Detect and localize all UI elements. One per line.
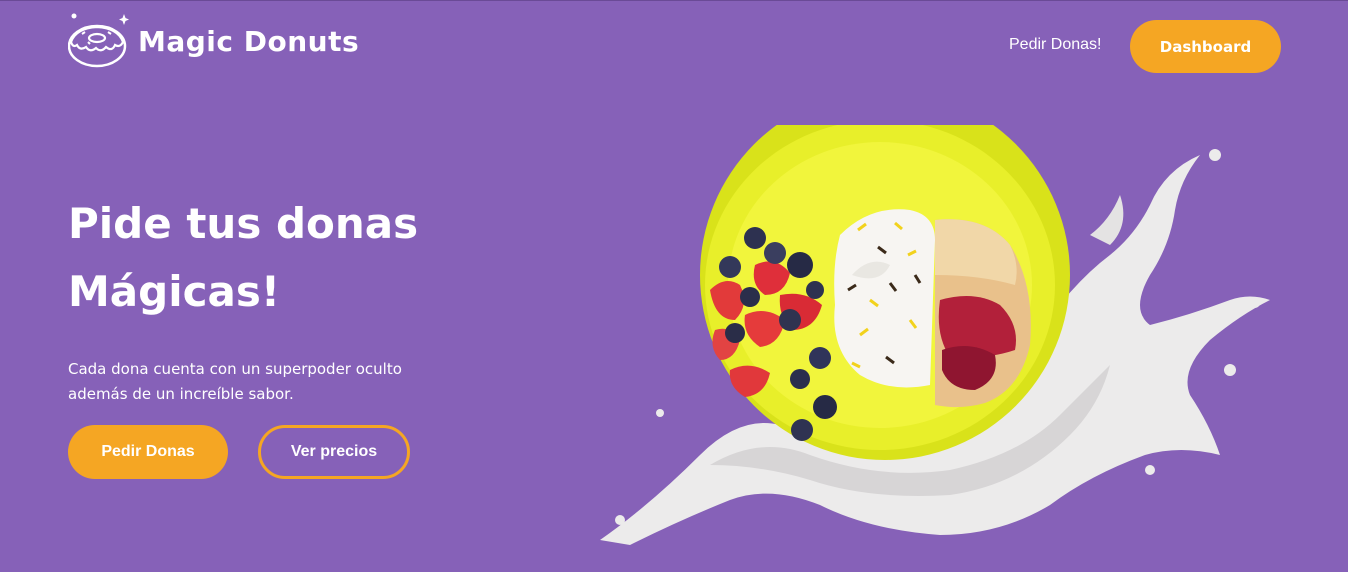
order-donuts-button[interactable]: Pedir Donas (68, 425, 228, 479)
hero-title-line-1: Pide tus donas (68, 199, 419, 248)
view-prices-button[interactable]: Ver precios (258, 425, 410, 479)
hero-image (590, 125, 1290, 565)
donut-logo-icon (68, 12, 130, 70)
dashboard-button[interactable]: Dashboard (1130, 20, 1281, 73)
nav-link-order[interactable]: Pedir Donas! (1009, 36, 1102, 54)
hero-title-line-2: Mágicas! (68, 267, 280, 316)
hero-subtitle: Cada dona cuenta con un superpoder ocult… (68, 357, 468, 407)
hero-subtitle-line-1: Cada dona cuenta con un superpoder ocult… (68, 360, 402, 378)
top-border (0, 0, 1348, 1)
hero-subtitle-line-2: además de un increíble sabor. (68, 385, 294, 403)
brand-logo[interactable]: Magic Donuts (68, 12, 359, 70)
hero-title: Pide tus donas Mágicas! (68, 190, 548, 326)
brand-name: Magic Donuts (138, 24, 360, 58)
